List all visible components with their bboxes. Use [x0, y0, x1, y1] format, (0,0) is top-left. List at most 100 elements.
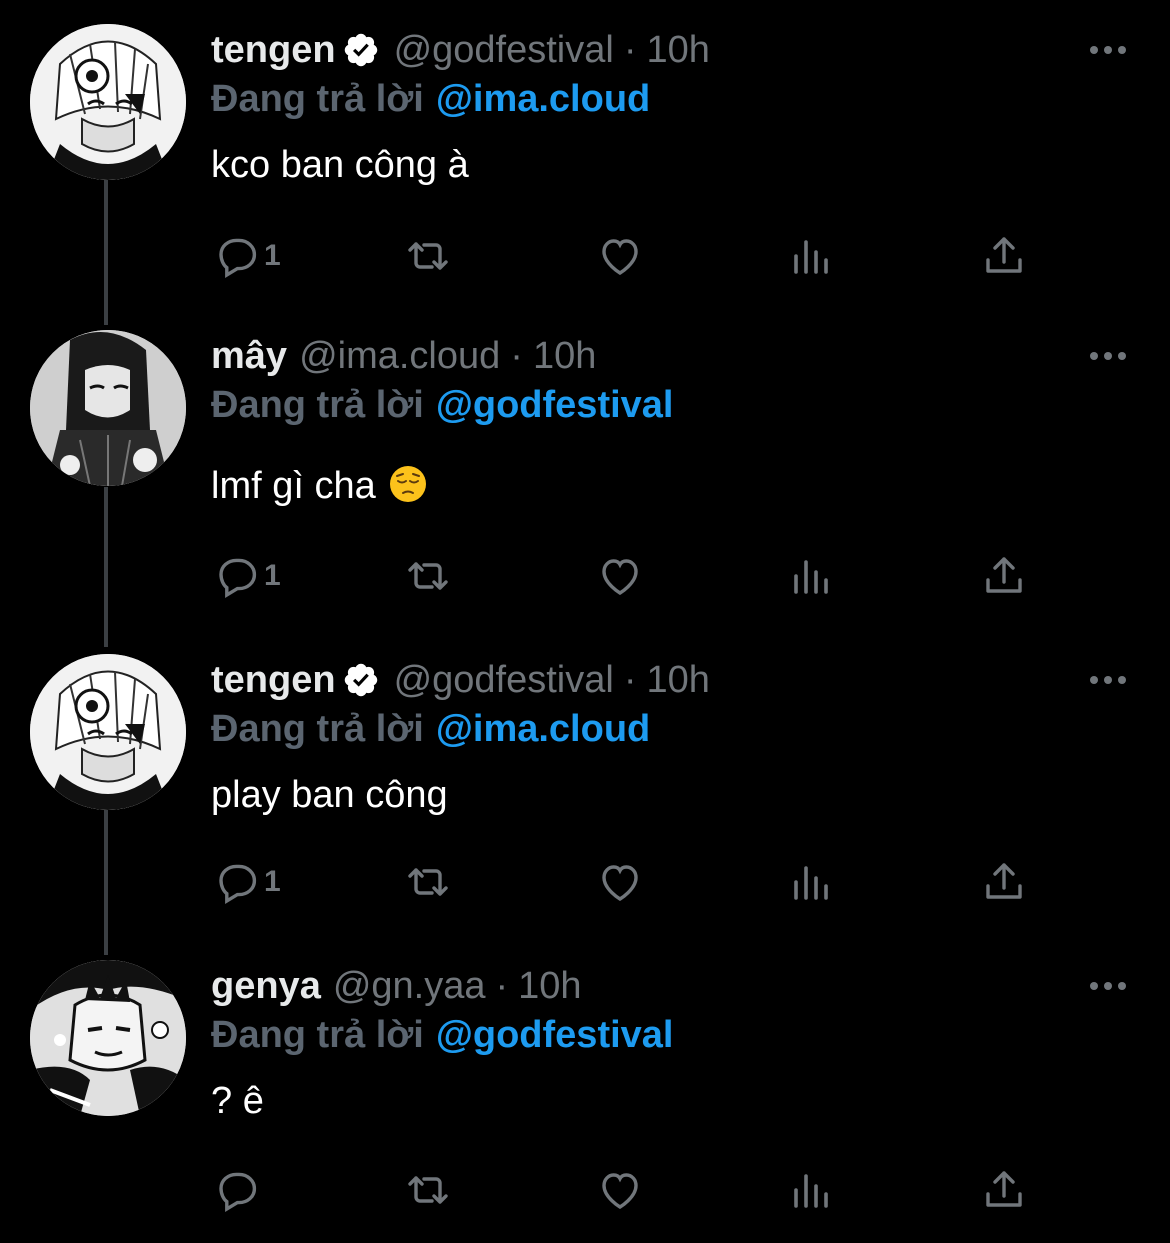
views-button[interactable] — [788, 226, 836, 286]
like-button[interactable] — [596, 1160, 644, 1220]
display-name[interactable]: tengen — [211, 29, 336, 72]
more-options-button[interactable] — [1080, 30, 1136, 70]
display-name[interactable]: genya — [211, 965, 321, 1008]
timestamp[interactable]: 10h — [533, 335, 596, 378]
tengen-avatar-image — [30, 24, 186, 180]
share-icon — [986, 237, 1022, 273]
heart-icon — [602, 1173, 638, 1209]
like-button[interactable] — [596, 226, 644, 286]
reply-button[interactable]: 1 — [212, 226, 281, 286]
retweet-button[interactable] — [404, 1160, 452, 1220]
views-chart-icon — [794, 560, 828, 594]
reply-thread: tengen @godfestival · 10h Đang trả lời @… — [0, 0, 1170, 1243]
replying-to-label: Đang trả lời — [211, 383, 424, 426]
views-button[interactable] — [788, 1160, 836, 1220]
heart-icon — [602, 865, 638, 901]
more-options-button[interactable] — [1080, 660, 1136, 700]
share-button[interactable] — [980, 852, 1028, 912]
more-dots-icon — [1090, 46, 1126, 54]
tweet[interactable]: mây @ima.cloud · 10h Đang trả lời @godfe… — [0, 326, 1170, 616]
reply-icon — [219, 864, 257, 905]
share-icon — [986, 863, 1022, 899]
tweet-text-content: lmf gì cha — [211, 465, 376, 507]
avatar[interactable] — [30, 960, 186, 1116]
more-options-button[interactable] — [1080, 966, 1136, 1006]
views-chart-icon — [794, 240, 828, 274]
timestamp[interactable]: 10h — [646, 29, 709, 72]
may-avatar-image — [30, 330, 186, 486]
share-button[interactable] — [980, 1160, 1028, 1220]
separator-dot: · — [623, 28, 637, 71]
tweet[interactable]: tengen @godfestival · 10h Đang trả lời @… — [0, 20, 1170, 300]
retweet-button[interactable] — [404, 546, 452, 606]
more-dots-icon — [1090, 982, 1126, 990]
tweet-text: kco ban công à — [211, 144, 469, 186]
replying-to-label: Đang trả lời — [211, 77, 424, 120]
separator-dot: · — [495, 964, 509, 1007]
avatar[interactable] — [30, 330, 186, 486]
reply-icon — [219, 558, 257, 599]
replying-to-label: Đang trả lời — [211, 1013, 424, 1056]
replying-to-link[interactable]: @godfestival — [436, 1014, 674, 1057]
replying-to-link[interactable]: @ima.cloud — [436, 78, 650, 121]
replying-to-link[interactable]: @ima.cloud — [436, 708, 650, 751]
share-button[interactable] — [980, 226, 1028, 286]
views-button[interactable] — [788, 546, 836, 606]
retweet-icon — [408, 868, 448, 896]
replying-to: Đang trả lời @ima.cloud — [211, 70, 650, 128]
pensive-face-emoji-icon — [389, 466, 426, 502]
tweet[interactable]: genya @gn.yaa · 10h Đang trả lời @godfes… — [0, 956, 1170, 1236]
share-icon — [986, 557, 1022, 593]
reply-button[interactable] — [212, 1160, 264, 1220]
user-handle[interactable]: @godfestival — [394, 659, 614, 702]
timestamp[interactable]: 10h — [518, 965, 581, 1008]
reply-count: 1 — [264, 865, 281, 898]
reply-count: 1 — [264, 559, 281, 592]
replying-to: Đang trả lời @godfestival — [211, 376, 673, 434]
tweet-text: lmf gì cha — [211, 464, 428, 508]
avatar[interactable] — [30, 654, 186, 810]
heart-icon — [602, 559, 638, 595]
reply-button[interactable]: 1 — [212, 546, 281, 606]
retweet-button[interactable] — [404, 852, 452, 912]
share-icon — [986, 1171, 1022, 1207]
retweet-icon — [408, 562, 448, 590]
retweet-icon — [408, 1176, 448, 1204]
reply-icon — [219, 1172, 257, 1213]
replying-to-link[interactable]: @godfestival — [436, 384, 674, 427]
reply-button[interactable]: 1 — [212, 852, 281, 912]
separator-dot: · — [623, 658, 637, 701]
heart-icon — [602, 239, 638, 275]
separator-dot: · — [510, 334, 523, 377]
tweet-actions — [0, 1160, 1170, 1220]
reply-count: 1 — [264, 239, 281, 272]
verified-badge-icon — [342, 661, 380, 699]
replying-to: Đang trả lời @godfestival — [211, 1006, 673, 1064]
more-options-button[interactable] — [1080, 336, 1136, 376]
user-handle[interactable]: @gn.yaa — [333, 965, 486, 1008]
replying-to: Đang trả lời @ima.cloud — [211, 700, 650, 758]
verified-badge-icon — [342, 31, 380, 69]
tweet[interactable]: tengen @godfestival · 10h Đang trả lời @… — [0, 650, 1170, 930]
views-button[interactable] — [788, 852, 836, 912]
retweet-button[interactable] — [404, 226, 452, 286]
views-chart-icon — [794, 866, 828, 900]
more-dots-icon — [1090, 352, 1126, 360]
avatar[interactable] — [30, 24, 186, 180]
retweet-icon — [408, 242, 448, 270]
tengen-avatar-image — [30, 654, 186, 810]
user-handle[interactable]: @godfestival — [394, 29, 614, 72]
tweet-actions: 1 — [0, 546, 1170, 606]
share-button[interactable] — [980, 546, 1028, 606]
timestamp[interactable]: 10h — [646, 659, 709, 702]
tweet-text: ? ê — [211, 1080, 264, 1122]
views-chart-icon — [794, 1174, 828, 1208]
tweet-text: play ban công — [211, 774, 448, 816]
user-handle[interactable]: @ima.cloud — [299, 335, 500, 378]
display-name[interactable]: tengen — [211, 659, 336, 702]
display-name[interactable]: mây — [211, 335, 287, 378]
more-dots-icon — [1090, 676, 1126, 684]
reply-icon — [219, 238, 257, 279]
like-button[interactable] — [596, 852, 644, 912]
like-button[interactable] — [596, 546, 644, 606]
